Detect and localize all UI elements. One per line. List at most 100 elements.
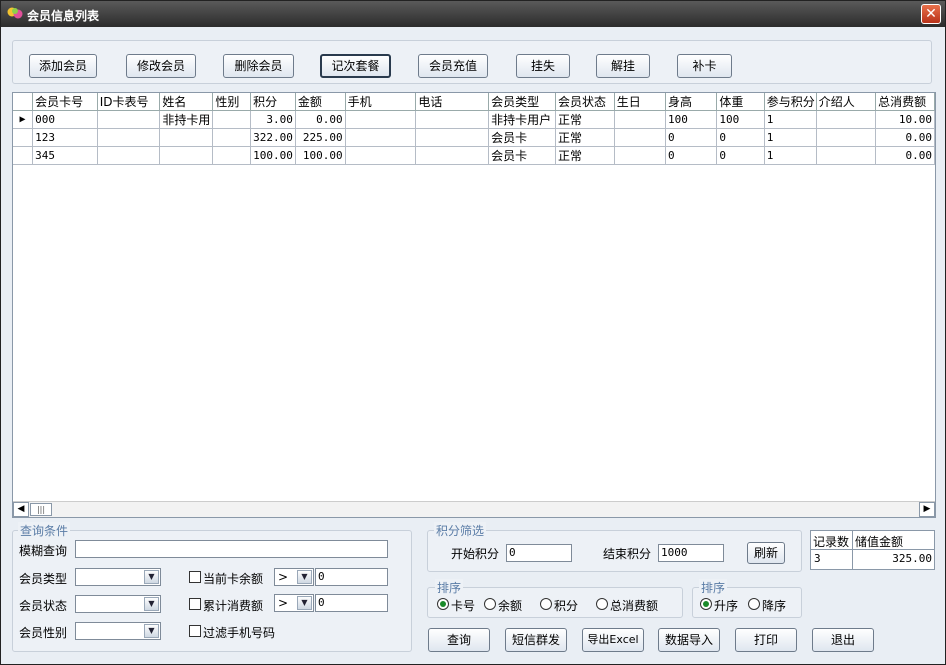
descending-radio[interactable] (748, 598, 760, 610)
export-excel-button[interactable]: 导出Excel (582, 628, 644, 652)
reissue-card-button[interactable]: 补卡 (677, 54, 732, 78)
cell[interactable]: 225.00 (295, 128, 346, 147)
col-header[interactable]: 积分 (250, 93, 296, 111)
cell[interactable] (614, 128, 667, 147)
col-header[interactable]: 身高 (665, 93, 718, 111)
cell[interactable] (212, 146, 252, 165)
sms-broadcast-button[interactable]: 短信群发 (505, 628, 567, 652)
scroll-thumb[interactable]: ||| (30, 503, 52, 516)
col-header[interactable]: 性别 (212, 93, 252, 111)
consume-operator-select[interactable]: > ▼ (274, 594, 314, 612)
sort-by-points-radio[interactable] (540, 598, 552, 610)
edit-member-button[interactable]: 修改会员 (126, 54, 196, 78)
cell[interactable] (345, 128, 417, 147)
cell[interactable] (415, 128, 490, 147)
sort-by-total-radio[interactable] (596, 598, 608, 610)
chevron-down-icon[interactable]: ▼ (144, 570, 159, 584)
exit-button[interactable]: 退出 (812, 628, 874, 652)
member-gender-select[interactable]: ▼ (75, 622, 161, 640)
sort-by-balance-label[interactable]: 余额 (498, 597, 522, 614)
table-row[interactable]: ▶ 000 非持卡用 3.00 0.00 非持卡用户 正常 100 100 1 (13, 110, 935, 129)
unfreeze-button[interactable]: 解挂 (596, 54, 650, 78)
table-row[interactable]: 345 100.00 100.00 会员卡 正常 0 0 1 0.00 (13, 146, 935, 165)
sort-by-total-label[interactable]: 总消费额 (610, 597, 658, 614)
cell[interactable]: 0.00 (295, 110, 346, 129)
col-header[interactable]: 电话 (415, 93, 490, 111)
col-header[interactable]: 体重 (716, 93, 765, 111)
cell[interactable]: 会员卡 (488, 128, 556, 147)
cell[interactable]: 1 (764, 128, 817, 147)
end-points-input[interactable]: 1000 (658, 544, 724, 562)
cell[interactable] (816, 110, 877, 129)
col-header[interactable]: 介绍人 (816, 93, 877, 111)
recharge-button[interactable]: 会员充值 (418, 54, 488, 78)
col-header[interactable]: 参与积分 (764, 93, 817, 111)
chevron-down-icon[interactable]: ▼ (297, 596, 312, 610)
scroll-left-icon[interactable]: ◀ (13, 502, 29, 517)
consume-checkbox[interactable] (189, 598, 201, 610)
cell[interactable]: 3.00 (250, 110, 296, 129)
cell[interactable]: 正常 (555, 146, 615, 165)
cell[interactable] (345, 110, 417, 129)
cell[interactable] (212, 110, 252, 129)
cell[interactable]: 322.00 (250, 128, 296, 147)
cell[interactable]: 100 (716, 110, 765, 129)
member-type-select[interactable]: ▼ (75, 568, 161, 586)
sort-by-card-radio[interactable] (437, 598, 449, 610)
cell[interactable] (212, 128, 252, 147)
cell[interactable]: 非持卡用 (159, 110, 214, 129)
col-header[interactable]: 会员类型 (488, 93, 556, 111)
consume-value-input[interactable]: 0 (315, 594, 388, 612)
cell[interactable]: 10.00 (875, 110, 935, 129)
filter-phone-checkbox[interactable] (189, 625, 201, 637)
data-import-button[interactable]: 数据导入 (658, 628, 720, 652)
chevron-down-icon[interactable]: ▼ (297, 570, 312, 584)
table-row[interactable]: 123 322.00 225.00 会员卡 正常 0 0 1 0.00 (13, 128, 935, 147)
start-points-input[interactable]: 0 (506, 544, 572, 562)
package-button[interactable]: 记次套餐 (320, 54, 391, 78)
cell[interactable]: 100 (665, 110, 718, 129)
col-header[interactable]: ID卡表号 (97, 93, 161, 111)
refresh-button[interactable]: 刷新 (747, 542, 785, 564)
sort-by-balance-radio[interactable] (484, 598, 496, 610)
col-header[interactable]: 会员卡号 (32, 93, 98, 111)
cell[interactable]: 345 (32, 146, 98, 165)
cell[interactable] (159, 128, 214, 147)
balance-checkbox[interactable] (189, 571, 201, 583)
sort-by-points-label[interactable]: 积分 (554, 597, 578, 614)
cell[interactable] (614, 146, 667, 165)
cell[interactable]: 0 (665, 146, 718, 165)
chevron-down-icon[interactable]: ▼ (144, 624, 159, 638)
close-icon[interactable]: ✕ (921, 4, 941, 24)
title-bar[interactable]: 会员信息列表 ✕ (1, 1, 945, 27)
scroll-right-icon[interactable]: ▶ (919, 502, 935, 517)
cell[interactable]: 100.00 (295, 146, 346, 165)
balance-value-input[interactable]: 0 (315, 568, 388, 586)
ascending-radio[interactable] (700, 598, 712, 610)
cell[interactable]: 1 (764, 146, 817, 165)
cell[interactable] (816, 146, 877, 165)
cell[interactable] (614, 110, 667, 129)
delete-member-button[interactable]: 删除会员 (223, 54, 294, 78)
cell[interactable]: 0.00 (875, 128, 935, 147)
cell[interactable] (345, 146, 417, 165)
balance-operator-select[interactable]: > ▼ (274, 568, 314, 586)
query-button[interactable]: 查询 (428, 628, 490, 652)
col-header[interactable]: 生日 (614, 93, 667, 111)
member-grid[interactable]: 会员卡号 ID卡表号 姓名 性别 积分 金额 手机 电话 会员类型 会员状态 生… (12, 92, 936, 518)
cell[interactable]: 1 (764, 110, 817, 129)
member-status-select[interactable]: ▼ (75, 595, 161, 613)
cell[interactable]: 正常 (555, 110, 615, 129)
descending-label[interactable]: 降序 (762, 597, 786, 614)
cell[interactable] (816, 128, 877, 147)
col-header[interactable]: 总消费额 (875, 93, 935, 111)
horizontal-scrollbar[interactable]: ◀ ||| ▶ (13, 501, 935, 517)
cell[interactable]: 非持卡用户 (488, 110, 556, 129)
fuzzy-query-input[interactable] (75, 540, 388, 558)
print-button[interactable]: 打印 (735, 628, 797, 652)
cell[interactable]: 100.00 (250, 146, 296, 165)
col-header[interactable]: 会员状态 (555, 93, 615, 111)
sort-by-card-label[interactable]: 卡号 (451, 597, 475, 614)
col-header[interactable]: 金额 (295, 93, 346, 111)
col-header[interactable]: 手机 (345, 93, 417, 111)
